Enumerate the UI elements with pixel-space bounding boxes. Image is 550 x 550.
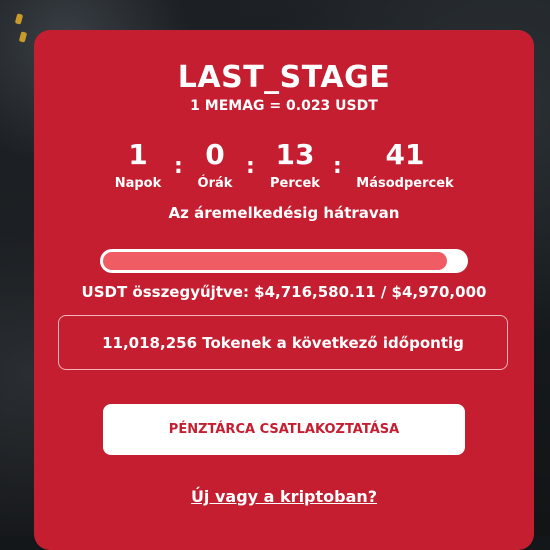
countdown-separator: : [174, 154, 183, 179]
countdown-separator: : [246, 154, 255, 179]
presale-card: LAST_STAGE 1 MEMAG = 0.023 USDT 1 Napok … [34, 30, 534, 550]
countdown-hours-value: 0 [205, 138, 225, 171]
countdown-separator: : [333, 154, 342, 179]
progress-fill [103, 252, 447, 270]
token-rate: 1 MEMAG = 0.023 USDT [190, 98, 378, 114]
countdown-seconds-label: Másodpercek [356, 176, 454, 191]
connect-wallet-button[interactable]: PÉNZTÁRCA CSATLAKOZTATÁSA [103, 404, 465, 455]
countdown-hours-label: Órák [197, 176, 233, 191]
new-to-crypto-link[interactable]: Új vagy a kriptoban? [34, 487, 534, 506]
tokens-remaining-text: 11,018,256 Tokenek a következő időpontig [102, 333, 464, 352]
countdown-seconds-value: 41 [385, 138, 425, 171]
progress-bar [100, 249, 468, 273]
stage-title: LAST_STAGE [177, 60, 391, 95]
countdown-days-label: Napok [114, 176, 162, 191]
countdown-days-value: 1 [128, 138, 148, 171]
collected-amount: USDT összegyűjtve: $4,716,580.11 / $4,97… [81, 283, 487, 301]
countdown-minutes-value: 13 [275, 138, 315, 171]
tokens-remaining-box: 11,018,256 Tokenek a következő időpontig [58, 315, 508, 370]
countdown-minutes-label: Percek [270, 176, 320, 191]
price-increase-label: Az áremelkedésig hátravan [168, 204, 400, 222]
